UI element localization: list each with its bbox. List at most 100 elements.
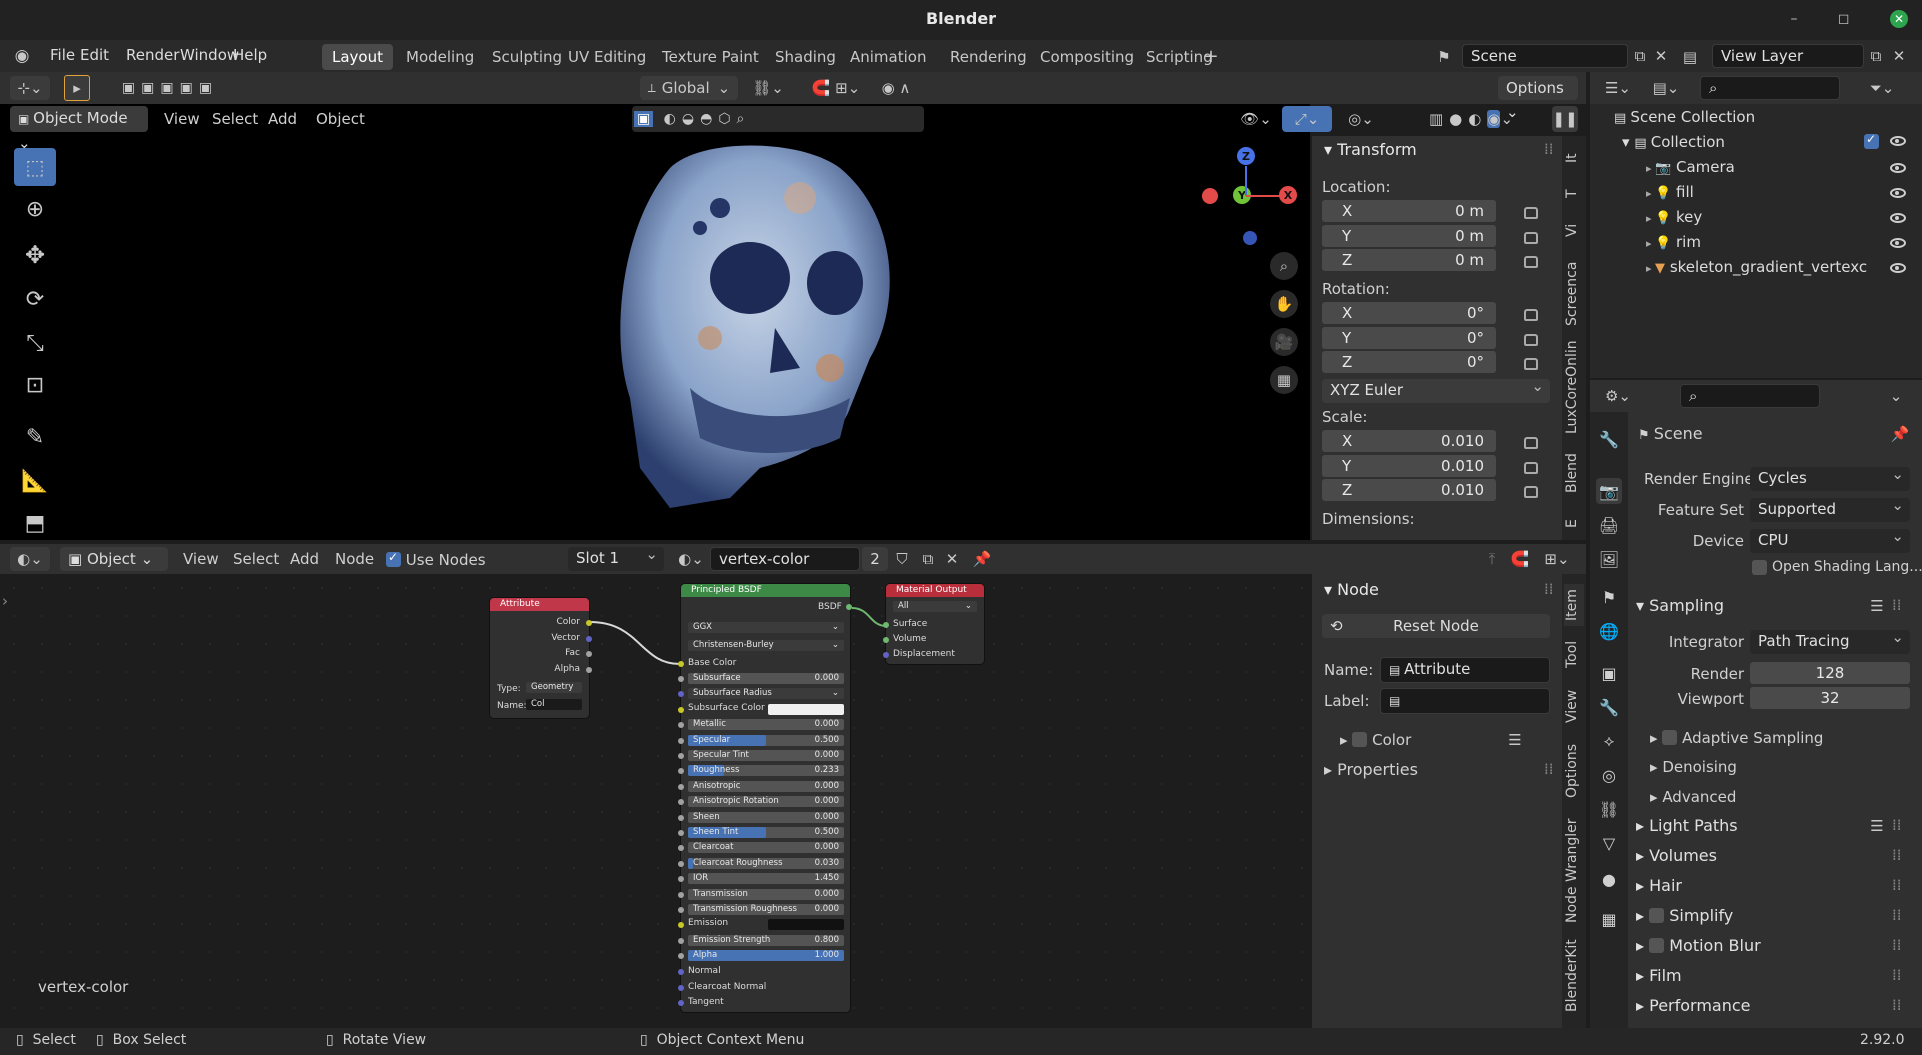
bsdf-vector-socket[interactable] (678, 984, 684, 991)
section-light-paths[interactable]: ▸ Light Paths (1636, 816, 1738, 835)
camera-view-icon[interactable]: 🎥 (1270, 328, 1298, 356)
minimize-icon[interactable]: – (1790, 11, 1815, 27)
toolbar-expand-icon[interactable]: › (2, 592, 8, 610)
tab-compositing[interactable]: Compositing (1030, 44, 1144, 70)
menu-help[interactable]: Help (233, 46, 267, 64)
outliner-filter-icon[interactable]: ⏷⌄ (1862, 76, 1902, 100)
rotation-mode-dropdown[interactable]: XYZ Euler (1322, 375, 1550, 403)
outliner-item-fill[interactable]: ▸ 💡 fill (1646, 183, 1694, 201)
gizmo-toggle-icon[interactable]: ⤢⌄ (1282, 106, 1332, 132)
maximize-icon[interactable]: ◻ (1838, 11, 1868, 27)
tab-rendering[interactable]: Rendering (940, 44, 1037, 70)
node-properties-row[interactable]: ▸ Properties (1324, 760, 1418, 779)
base-color-socket[interactable] (678, 661, 684, 667)
denoising-row[interactable]: ▸ Denoising (1650, 758, 1737, 776)
output-tab-icon[interactable]: 🖨 (1596, 512, 1622, 538)
texture-tab-icon[interactable]: ▦ (1596, 906, 1622, 932)
tab-shading[interactable]: Shading (765, 44, 846, 70)
move-tool-icon[interactable]: ✥ (14, 236, 56, 274)
bsdf-vector-socket[interactable] (678, 969, 684, 975)
bsdf-input-socket[interactable] (678, 737, 684, 744)
scale-tool-icon[interactable]: ⤡ (14, 324, 56, 362)
bsdf-slider-anisotropic-rotation[interactable]: Anisotropic Rotation 0.000 (688, 796, 844, 808)
new-scene-icon[interactable]: ⧉ (1630, 46, 1650, 66)
section-volumes[interactable]: ▸ Volumes (1636, 846, 1717, 865)
node-snap-icon[interactable]: 🧲 (1508, 547, 1532, 571)
viewport-samples-field[interactable]: 32 (1750, 687, 1910, 709)
properties-editor-type-icon[interactable]: ⚙⌄ (1598, 384, 1638, 408)
pin-node-tree-icon[interactable]: 📌 (970, 547, 994, 571)
node-label-field[interactable]: ▤ (1380, 688, 1550, 714)
node-menu-view[interactable]: View (183, 550, 219, 568)
physics-tab-icon[interactable]: ◎ (1596, 762, 1622, 788)
advanced-row[interactable]: ▸ Advanced (1650, 788, 1736, 806)
bsdf-slider-subsurface-radius[interactable]: Subsurface Radius ⌄ (688, 688, 844, 700)
drag-handle-icon[interactable]: ⁞⁞ (1544, 140, 1554, 158)
attribute-output-socket[interactable] (586, 651, 592, 657)
adaptive-sampling-checkbox[interactable] (1662, 730, 1678, 745)
section-drag-icon[interactable]: ⁞⁞ (1892, 816, 1902, 834)
scene-collection-row[interactable]: ▤ Scene Collection (1614, 108, 1755, 126)
transform-header[interactable]: ▾ Transform (1324, 140, 1417, 159)
modifier-tab-icon[interactable]: 🔧 (1596, 694, 1622, 720)
distribution-dropdown[interactable]: GGX ⌄ (688, 622, 844, 633)
subsurface-method-dropdown[interactable]: Christensen-Burley ⌄ (688, 640, 844, 651)
section-simplify[interactable]: ▸ Simplify (1636, 906, 1733, 925)
orientation-dropdown[interactable]: ⟂ Global ⌄ (640, 76, 738, 100)
section-film[interactable]: ▸ Film (1636, 966, 1682, 985)
bsdf-input-socket[interactable] (678, 753, 684, 759)
bsdf-vector-socket[interactable] (678, 1000, 684, 1006)
section-motion-blur[interactable]: ▸ Motion Blur (1636, 936, 1761, 955)
measure-tool-icon[interactable]: 📐 (14, 462, 56, 500)
outliner-search[interactable]: ⌕ (1700, 76, 1840, 100)
bsdf-slider-transmission[interactable]: Transmission 0.000 (688, 888, 844, 900)
rotate-tool-icon[interactable]: ⟳ (14, 280, 56, 318)
sampling-section[interactable]: ▾ Sampling (1636, 596, 1724, 615)
section-hair[interactable]: ▸ Hair (1636, 876, 1682, 895)
overlay-toggle-icon[interactable]: ◎⌄ (1336, 106, 1386, 132)
bsdf-slider-specular-tint[interactable]: Specular Tint 0.000 (688, 750, 844, 761)
output-input-socket[interactable] (883, 637, 889, 643)
unlink-material-icon[interactable]: ✕ (940, 547, 964, 571)
node-side-tab-blenderkit[interactable]: BlenderKit (1564, 939, 1584, 1012)
adaptive-sampling-row[interactable]: ▸ Adaptive Sampling (1650, 728, 1823, 747)
render-engine-dropdown[interactable]: Cycles (1750, 463, 1910, 491)
fake-user-icon[interactable]: ⛉ (890, 547, 914, 571)
select-tool-icon[interactable]: ▸ (64, 75, 90, 101)
bsdf-slider-metallic[interactable]: Metallic 0.000 (688, 719, 844, 731)
viewport-side-tab-4[interactable]: LuxCoreOnlin (1564, 340, 1584, 434)
location-x-field[interactable]: X 0 m (1322, 200, 1496, 222)
outliner-item-camera[interactable]: ▸ 📷 Camera (1646, 158, 1735, 176)
node-side-tab-tool[interactable]: Tool (1564, 634, 1584, 674)
bsdf-input-socket[interactable] (678, 937, 684, 944)
view-layer-field[interactable]: View Layer (1712, 44, 1864, 68)
delete-scene-icon[interactable]: ✕ (1652, 46, 1670, 66)
scene-icon[interactable]: ⚑ (1430, 46, 1458, 68)
menu-window[interactable]: Window (180, 46, 239, 64)
bsdf-slider-sheen[interactable]: Sheen 0.000 (688, 811, 844, 823)
shading-mode-icons[interactable]: ▥●◐ ◉ ⌄ (1394, 106, 1554, 132)
scale-x-field[interactable]: X 0.010 (1322, 430, 1496, 452)
subsurface-color-swatch[interactable] (768, 703, 844, 715)
viewport-menu-add[interactable]: Add (268, 110, 297, 128)
duplicate-material-icon[interactable]: ⧉ (916, 547, 940, 571)
osl-checkbox[interactable] (1752, 560, 1767, 575)
material-users-count[interactable]: 2 (862, 547, 888, 571)
section-drag-icon[interactable]: ⁞⁞ (1892, 936, 1902, 954)
node-editor-type-icon[interactable]: ◐⌄ (10, 547, 50, 571)
bsdf-input-socket[interactable] (678, 907, 684, 913)
bsdf-input-socket[interactable] (678, 814, 684, 821)
perspective-grid-icon[interactable]: ▦ (1270, 366, 1298, 394)
use-nodes-checkbox[interactable] (386, 550, 401, 567)
bsdf-slider-ior[interactable]: IOR 1.450 (688, 873, 844, 885)
node-side-tab-view[interactable]: View (1564, 686, 1584, 726)
window-controls[interactable]: – ◻ ✕ (1790, 10, 1908, 28)
shader-type-dropdown[interactable]: ▣ Object ⌄ (60, 547, 168, 571)
tab-animation[interactable]: Animation (840, 44, 936, 70)
section-drag-icon[interactable]: ⁞⁞ (1892, 966, 1902, 984)
lock-icon[interactable] (1524, 486, 1538, 498)
render-tab-icon[interactable]: 📷 (1596, 478, 1622, 504)
viewport-menu-view[interactable]: View (164, 110, 200, 128)
section-drag-icon[interactable]: ⁞⁞ (1892, 876, 1902, 894)
viewport-side-tab-2[interactable]: Vi (1564, 212, 1584, 248)
